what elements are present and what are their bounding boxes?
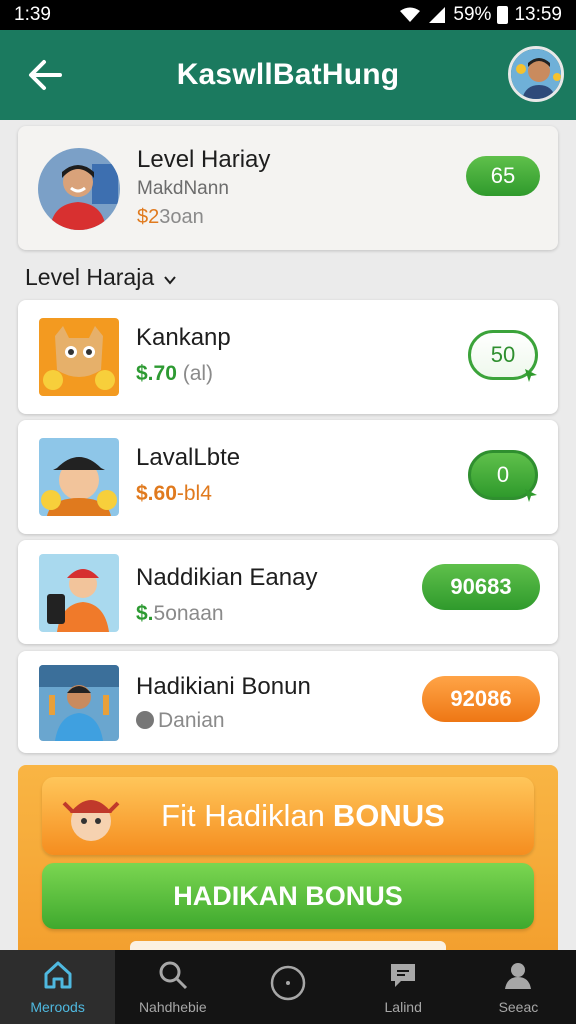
row-subtitle: $.60-bl4 xyxy=(136,482,212,506)
profile-balance-rest: 3oan xyxy=(159,206,204,228)
row-value-rest: (al) xyxy=(176,362,214,385)
row-value-rest: Danian xyxy=(158,709,225,732)
row-value: $.60 xyxy=(136,482,177,505)
row-subtitle: $.70 (al) xyxy=(136,362,213,386)
row-thumbnail xyxy=(39,665,119,741)
row-thumbnail xyxy=(39,438,119,516)
row-action-label: 0 xyxy=(496,462,510,487)
section-title[interactable]: Level Haraja xyxy=(25,264,177,291)
row-name: LavalLbte xyxy=(136,444,241,471)
primary-bonus-bold: BONUS xyxy=(332,798,445,833)
row-action-button[interactable]: 0 xyxy=(468,450,538,502)
mascot-thumbnail xyxy=(39,318,119,396)
list-item[interactable]: LavalLbte $.60-bl4 0 xyxy=(18,420,558,534)
character-thumbnail xyxy=(39,665,119,741)
nav-label: Seeac xyxy=(498,999,539,1015)
profile-name: Level Hariay xyxy=(137,146,271,173)
mascot-icon xyxy=(62,800,120,841)
profile-subtitle: MakdNann xyxy=(137,178,229,199)
wifi-icon xyxy=(400,7,421,22)
profile-balance: $23oan xyxy=(137,206,204,229)
list-item[interactable]: Naddikian Eanay $.5onaan 90683 xyxy=(18,540,558,644)
app-title: KaswllBatHung xyxy=(176,58,400,91)
nav-label: Lalind xyxy=(384,999,422,1015)
status-time: 1:39 xyxy=(14,4,51,25)
profile-icon xyxy=(505,963,532,989)
nav-item-profile[interactable]: Seeac xyxy=(461,950,576,1024)
avatar-illustration xyxy=(511,49,561,99)
cursor-icon xyxy=(525,369,537,382)
profile-avatar xyxy=(38,148,120,230)
circle-icon xyxy=(270,965,306,1001)
search-icon xyxy=(159,961,187,990)
level-badge[interactable]: 65 xyxy=(466,156,540,196)
bottom-nav: Meroods Nahdhebie Lalind Seeac xyxy=(0,950,576,1024)
row-subtitle: $.5onaan xyxy=(136,602,224,626)
row-name: Naddikian Eanay xyxy=(136,564,318,591)
row-thumbnail xyxy=(39,554,119,632)
row-name: Hadikiani Bonun xyxy=(136,673,311,700)
nav-label: Nahdhebie xyxy=(138,999,207,1015)
chevron-down-icon xyxy=(163,276,176,285)
nav-item-home[interactable]: Meroods xyxy=(0,950,116,1024)
row-value-rest: 5onaan xyxy=(153,602,224,625)
character-thumbnail xyxy=(39,554,119,632)
character-thumbnail xyxy=(39,438,119,516)
user-avatar[interactable] xyxy=(508,46,564,102)
list-item[interactable]: Hadikiani Bonun Danian 92086 xyxy=(18,651,558,753)
chat-icon xyxy=(391,964,416,987)
nav-item-chat[interactable]: Lalind xyxy=(346,950,461,1024)
home-icon xyxy=(44,961,72,989)
row-value: $.70 xyxy=(136,362,177,385)
signal-icon xyxy=(429,7,446,23)
row-action-button[interactable]: 92086 xyxy=(422,676,540,722)
primary-bonus-prefix: Fit Hadiklan xyxy=(161,798,325,833)
cursor-icon xyxy=(525,489,537,502)
battery-icon xyxy=(497,6,509,24)
battery-percent: 59% xyxy=(453,4,492,25)
row-action-button[interactable]: 50 xyxy=(468,330,538,382)
status-bar: 1:39 59% 13:59 xyxy=(0,0,576,30)
section-title-text: Level Haraja xyxy=(25,264,155,290)
bonus-panel: Fit Hadiklan BONUS HADIKAN BONUS xyxy=(18,765,558,951)
row-value: $. xyxy=(136,602,154,625)
row-value-rest: -bl4 xyxy=(176,482,212,505)
status-right: 59% 13:59 xyxy=(399,4,562,26)
row-action-button[interactable]: 90683 xyxy=(422,564,540,610)
profile-photo xyxy=(38,148,120,230)
nav-label: Meroods xyxy=(30,999,85,1015)
row-action-label: 50 xyxy=(490,342,516,367)
row-subtitle: Danian xyxy=(136,709,225,733)
profile-balance-value: $2 xyxy=(137,206,160,228)
profile-card[interactable]: Level Hariay MakdNann $23oan 65 xyxy=(18,126,558,250)
row-name: Kankanp xyxy=(136,324,231,351)
row-thumbnail xyxy=(39,318,119,396)
back-arrow-icon[interactable] xyxy=(24,54,66,96)
status-clock: 13:59 xyxy=(514,4,562,25)
list-item[interactable]: Kankanp $.70 (al) 50 xyxy=(18,300,558,414)
primary-bonus-button[interactable]: Fit Hadiklan BONUS xyxy=(42,777,534,855)
nav-item-search[interactable]: Nahdhebie xyxy=(115,950,230,1024)
coin-icon xyxy=(136,711,154,729)
app-bar: KaswllBatHung xyxy=(0,30,576,120)
secondary-bonus-button[interactable]: HADIKAN BONUS xyxy=(42,863,534,929)
nav-item-center[interactable] xyxy=(230,950,345,1024)
